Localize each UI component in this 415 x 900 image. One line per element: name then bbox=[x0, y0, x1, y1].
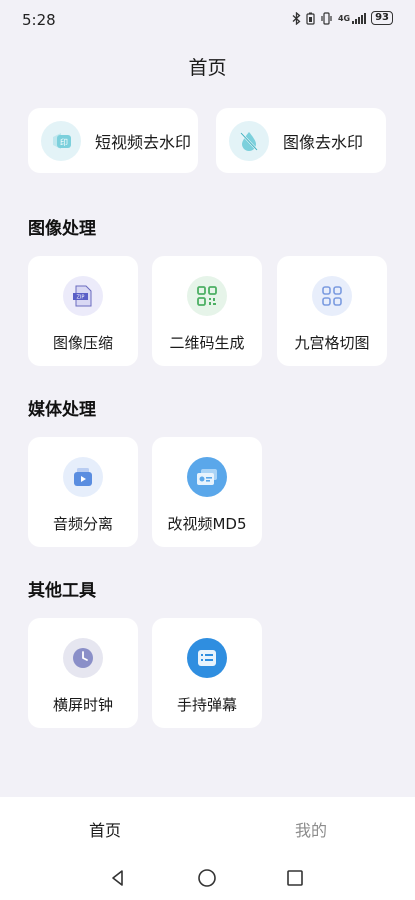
bottom-tab-bar: 首页 我的 bbox=[0, 797, 415, 857]
network-type: 4G bbox=[337, 13, 351, 23]
landscape-clock-button[interactable]: 横屏时钟 bbox=[28, 618, 138, 728]
status-time: 5:28 bbox=[22, 11, 56, 29]
qr-code-icon bbox=[187, 276, 227, 316]
recents-icon[interactable] bbox=[275, 865, 315, 891]
qr-generate-button[interactable]: 二维码生成 bbox=[152, 256, 262, 366]
id-card-icon bbox=[187, 457, 227, 497]
image-compress-button[interactable]: ZIP 图像压缩 bbox=[28, 256, 138, 366]
clock-icon bbox=[63, 638, 103, 678]
zip-file-icon: ZIP bbox=[63, 276, 103, 316]
status-icons: 4G 93 bbox=[292, 11, 393, 25]
audio-separate-label: 音频分离 bbox=[52, 515, 113, 533]
video-md5-button[interactable]: 改视频MD5 bbox=[152, 437, 262, 547]
status-bar: 5:28 4G 93 bbox=[0, 0, 415, 40]
svg-text:印: 印 bbox=[60, 138, 68, 147]
video-md5-label: 改视频MD5 bbox=[167, 515, 247, 533]
image-watermark-label: 图像去水印 bbox=[283, 132, 364, 152]
grid-cut-label: 九宫格切图 bbox=[294, 334, 370, 352]
system-nav-bar bbox=[0, 857, 415, 900]
section-title-image: 图像处理 bbox=[28, 219, 96, 239]
grid-cut-button[interactable]: 九宫格切图 bbox=[277, 256, 387, 366]
home-icon[interactable] bbox=[187, 865, 227, 891]
image-compress-label: 图像压缩 bbox=[52, 334, 113, 352]
tab-home[interactable]: 首页 bbox=[40, 817, 170, 841]
handheld-barrage-button[interactable]: 手持弹幕 bbox=[152, 618, 262, 728]
grid-icon bbox=[312, 276, 352, 316]
signal-icon bbox=[352, 12, 367, 24]
section-title-media: 媒体处理 bbox=[28, 400, 96, 420]
video-watermark-icon: 印 bbox=[41, 120, 81, 161]
qr-generate-label: 二维码生成 bbox=[169, 334, 245, 352]
landscape-clock-label: 横屏时钟 bbox=[52, 696, 113, 714]
svg-text:ZIP: ZIP bbox=[77, 295, 85, 301]
battery-icon: 93 bbox=[371, 11, 393, 25]
audio-separate-button[interactable]: 音频分离 bbox=[28, 437, 138, 547]
image-watermark-remove-button[interactable]: 图像去水印 bbox=[216, 108, 386, 173]
page-title: 首页 bbox=[188, 57, 227, 79]
message-icon bbox=[187, 638, 227, 678]
image-watermark-icon bbox=[229, 120, 269, 161]
video-watermark-remove-button[interactable]: 印 短视频去水印 bbox=[28, 108, 198, 173]
bluetooth-icon bbox=[292, 11, 301, 25]
video-watermark-label: 短视频去水印 bbox=[95, 132, 192, 152]
tab-mine[interactable]: 我的 bbox=[246, 817, 376, 841]
handheld-barrage-label: 手持弹幕 bbox=[176, 696, 237, 714]
section-title-tools: 其他工具 bbox=[28, 581, 96, 601]
vibrate-icon bbox=[321, 11, 332, 25]
audio-separate-icon bbox=[63, 457, 103, 497]
battery-saver-icon bbox=[306, 12, 315, 25]
back-icon[interactable] bbox=[98, 865, 138, 891]
